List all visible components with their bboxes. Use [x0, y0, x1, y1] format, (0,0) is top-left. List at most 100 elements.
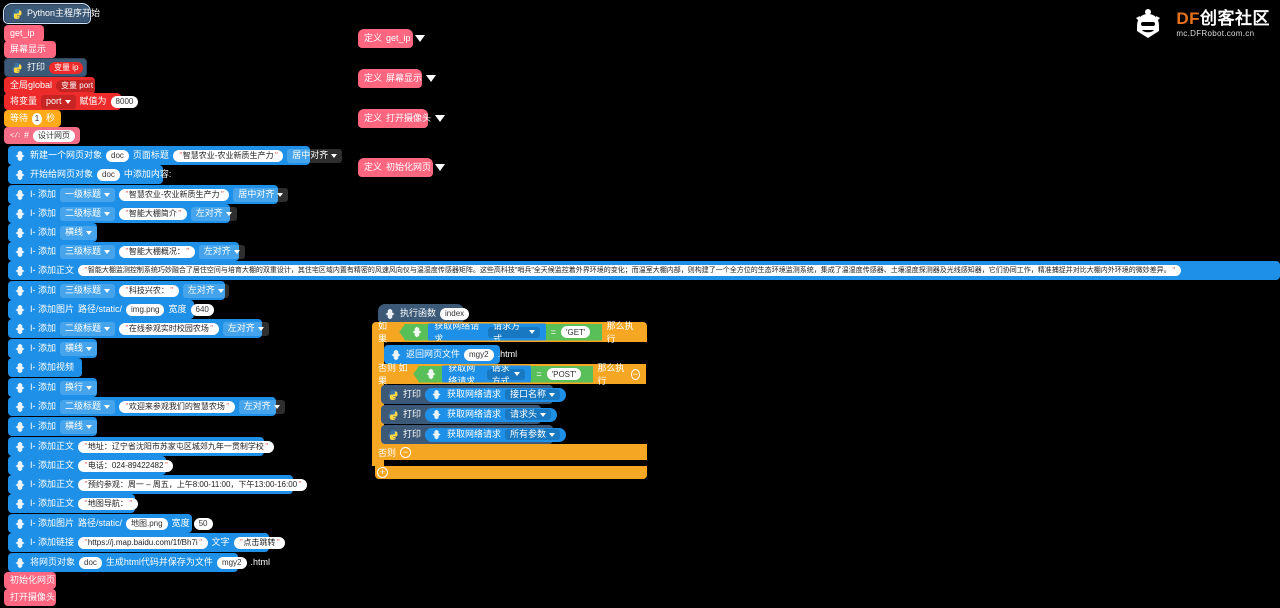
block-add-body-map[interactable]: I- 添加正文 " 地图导航： " — [8, 494, 138, 513]
chevron-down-icon[interactable] — [426, 75, 437, 82]
doc-object-field[interactable]: doc — [97, 168, 120, 181]
block-add-image-map[interactable]: I- 添加图片 路径/static/ 地图.png 宽度 50 — [8, 514, 213, 533]
align-dropdown[interactable]: 左对齐 — [238, 399, 285, 414]
block-add-link[interactable]: I- 添加链接 " https://j.map.baidu.com/1f/Bh7i… — [8, 533, 286, 552]
block-add-br[interactable]: I- 添加 换行 — [8, 378, 98, 397]
heading-type-dropdown[interactable]: 一级标题 — [60, 187, 116, 202]
block-add-h3-tech[interactable]: I- 添加 三级标题 " 科技兴农： " 左对齐 — [8, 281, 229, 300]
def-open-camera[interactable]: 定义 打开摄像头 — [358, 109, 446, 128]
align-dropdown[interactable]: 左对齐 — [190, 206, 237, 221]
print-ip-block[interactable]: 打印 变量 ip — [4, 58, 87, 77]
port-variable-dropdown[interactable]: port — [41, 94, 76, 109]
block-add-body-overview[interactable]: I- 添加正文 " 智能大棚监测控制系统巧妙融合了居住空间与培育大棚的双重设计，其… — [8, 261, 1280, 280]
remove-branch-button[interactable]: − — [630, 368, 640, 380]
link-text-field[interactable]: " 点击跳转 " — [233, 536, 286, 549]
block-save-html[interactable]: 将网页对象 doc 生成html代码并保存为文件 mgy2 .html — [8, 553, 270, 572]
print-api-name-block[interactable]: 打印 获取网络请求 接口名称 — [381, 385, 567, 404]
image-file-field[interactable]: img.png — [126, 303, 165, 316]
request-field-dropdown[interactable]: 请求方式 — [486, 366, 526, 383]
if-block-footer[interactable] — [375, 466, 647, 479]
request-field-dropdown[interactable]: 接口名称 — [505, 389, 561, 400]
remove-else-button[interactable]: − — [400, 446, 412, 458]
doc-object-field[interactable]: doc — [106, 149, 129, 162]
call-init-webpage[interactable]: 初始化网页 — [4, 572, 56, 589]
body-text-field[interactable]: " 电话：024-89422482 " — [78, 459, 174, 472]
call-open-camera[interactable]: 打开摄像头 — [4, 589, 56, 606]
element-type-dropdown[interactable]: 横线 — [60, 225, 98, 240]
request-field-dropdown[interactable]: 请求头 — [505, 409, 552, 420]
heading-text-field[interactable]: " 智能大棚概况： " — [119, 245, 195, 258]
condition-post-operator[interactable]: 获取网络请求 请求方式 = 'POST' — [413, 365, 594, 383]
post-request-reporter[interactable]: 获取网络请求 请求方式 — [442, 365, 532, 383]
heading-text-field[interactable]: " 智慧农业-农业新质生产力 " — [119, 188, 230, 201]
variable-ip-field[interactable]: 变量 ip — [49, 61, 84, 74]
get-request-reporter[interactable]: 获取网络请求 所有参数 — [425, 427, 567, 442]
call-screen-display[interactable]: 屏幕显示 — [4, 41, 56, 58]
image-width-field[interactable]: 50 — [193, 517, 213, 530]
heading-type-dropdown[interactable]: 三级标题 — [60, 244, 116, 259]
heading-text-field[interactable]: " 智能大棚简介 " — [119, 207, 187, 220]
block-add-body-phone[interactable]: I- 添加正文 " 电话：024-89422482 " — [8, 456, 174, 475]
doc-object-field[interactable]: doc — [79, 556, 102, 569]
block-add-h2-live[interactable]: I- 添加 二级标题 " 在线参观实时校园农场 " 左对齐 — [8, 319, 269, 338]
chevron-down-icon[interactable] — [435, 115, 446, 122]
block-add-h1[interactable]: I- 添加 一级标题 " 智慧农业-农业新质生产力 " 居中对齐 — [8, 185, 289, 204]
element-type-dropdown[interactable]: 换行 — [60, 380, 98, 395]
body-text-field[interactable]: " 地址：辽宁省沈阳市苏家屯区城郊九年一贯制学校 " — [78, 440, 274, 453]
global-port-block[interactable]: 全局global 变量 port — [4, 77, 99, 94]
block-add-image-1[interactable]: I- 添加图片 路径/static/ img.png 宽度 640 — [8, 300, 214, 319]
def-get-ip[interactable]: 定义 get_ip — [358, 29, 425, 48]
element-type-dropdown[interactable]: 横线 — [60, 419, 98, 434]
body-text-field[interactable]: " 智能大棚监测控制系统巧妙融合了居住空间与培育大棚的双重设计，其住宅区域内置有精… — [78, 265, 1181, 276]
print-all-params-block[interactable]: 打印 获取网络请求 所有参数 — [381, 425, 567, 444]
body-text-field[interactable]: " 预约参观：周一 – 周五，上午8:00-11:00，下午13:00-16:00… — [78, 478, 307, 491]
image-width-field[interactable]: 640 — [190, 303, 214, 316]
link-url-field[interactable]: " https://j.map.baidu.com/1f/Bh7i " — [78, 536, 208, 549]
request-field-dropdown[interactable]: 所有参数 — [505, 429, 561, 440]
get-value-field[interactable]: 'GET' — [560, 326, 591, 338]
block-add-video[interactable]: I- 添加视频 — [8, 358, 82, 377]
align-dropdown[interactable]: 左对齐 — [198, 244, 245, 259]
align-dropdown[interactable]: 左对齐 — [222, 321, 269, 336]
align-dropdown[interactable]: 居中对齐 — [287, 148, 343, 163]
set-port-block[interactable]: 将变量 port 赋值为 8000 — [4, 93, 139, 110]
add-branch-button[interactable]: + — [377, 467, 388, 478]
heading-type-dropdown[interactable]: 二级标题 — [60, 321, 116, 336]
block-add-hr-2[interactable]: I- 添加 横线 — [8, 339, 98, 358]
heading-type-dropdown[interactable]: 三级标题 — [60, 283, 116, 298]
block-add-h2-welcome[interactable]: I- 添加 二级标题 " 欢迎来参观我们的智慧农场 " 左对齐 — [8, 397, 285, 416]
body-text-field[interactable]: " 地图导航： " — [78, 497, 138, 510]
variable-port-field[interactable]: 变量 port — [56, 79, 99, 92]
condition-get-operator[interactable]: 获取网络请求 请求方式 = 'GET' — [399, 323, 603, 341]
hat-python-main[interactable]: Python主程序开始 — [3, 3, 100, 24]
print-headers-block[interactable]: 打印 获取网络请求 请求头 — [381, 405, 558, 424]
chevron-down-icon[interactable] — [414, 35, 425, 42]
block-add-body-visit[interactable]: I- 添加正文 " 预约参观：周一 – 周五，上午8:00-11:00，下午13:… — [8, 475, 307, 494]
align-dropdown[interactable]: 左对齐 — [182, 283, 229, 298]
get-request-reporter[interactable]: 获取网络请求 接口名称 — [425, 387, 567, 402]
block-new-doc[interactable]: 新建一个网页对象 doc 页面标题 " 智慧农业-农业新质生产力 " 居中对齐 — [8, 146, 343, 165]
request-field-dropdown[interactable]: 请求方式 — [488, 324, 540, 341]
page-title-field[interactable]: " 智慧农业-农业新质生产力 " — [172, 149, 284, 162]
wait-value-field[interactable]: 1 — [32, 112, 42, 125]
element-type-dropdown[interactable]: 横线 — [60, 341, 98, 356]
def-init-webpage[interactable]: 定义 初始化网页 — [358, 158, 446, 177]
comment-block[interactable]: </> # 设计网页 — [4, 127, 80, 144]
block-add-hr-1[interactable]: I- 添加 横线 — [8, 223, 98, 242]
block-begin-add-content[interactable]: 开始给网页对象 doc 中添加内容: — [8, 165, 171, 184]
get-request-reporter[interactable]: 获取网络请求 请求方式 — [428, 323, 546, 341]
block-add-body-address[interactable]: I- 添加正文 " 地址：辽宁省沈阳市苏家屯区城郊九年一贯制学校 " — [8, 437, 274, 456]
post-value-field[interactable]: 'POST' — [546, 368, 582, 380]
output-file-field[interactable]: mgy2 — [216, 556, 247, 569]
get-request-reporter[interactable]: 获取网络请求 请求头 — [425, 407, 558, 422]
align-dropdown[interactable]: 居中对齐 — [233, 187, 289, 202]
function-name-field[interactable]: index — [440, 307, 470, 320]
return-file-field[interactable]: mgy2 — [464, 348, 494, 361]
wait-block[interactable]: 等待 1 秒 — [4, 110, 61, 127]
comment-text-field[interactable]: 设计网页 — [33, 129, 76, 142]
call-get-ip[interactable]: get_ip — [4, 25, 44, 42]
heading-text-field[interactable]: " 科技兴农： " — [119, 284, 179, 297]
def-screen-display[interactable]: 定义 屏幕显示 — [358, 69, 437, 88]
chevron-down-icon[interactable] — [435, 164, 446, 171]
heading-text-field[interactable]: " 在线参观实时校园农场 " — [119, 322, 219, 335]
